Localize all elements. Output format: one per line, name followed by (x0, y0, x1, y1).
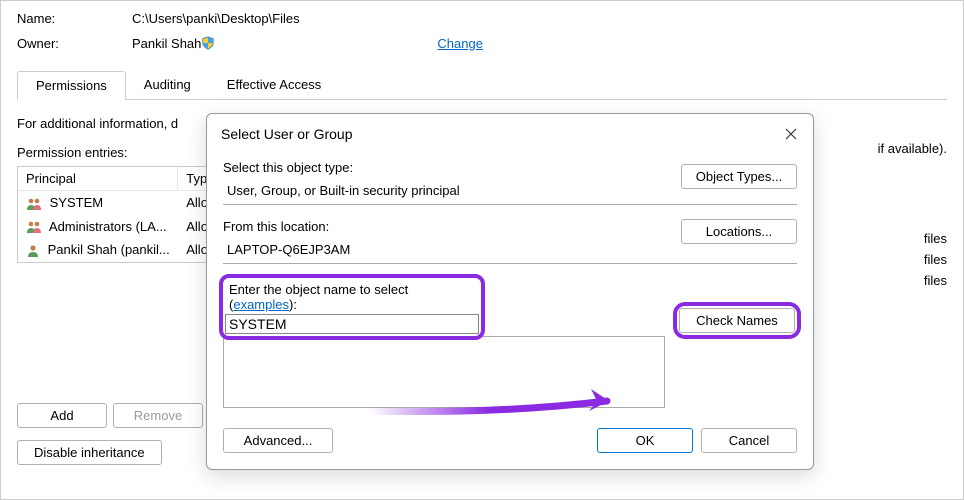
disable-inheritance-button[interactable]: Disable inheritance (17, 440, 162, 465)
shield-icon (201, 36, 215, 50)
enter-name-highlight: Enter the object name to select (example… (223, 278, 481, 336)
tab-auditing[interactable]: Auditing (126, 71, 209, 99)
table-row[interactable]: Administrators (LA... Allo (18, 215, 236, 239)
cancel-button[interactable]: Cancel (701, 428, 797, 453)
overflow-item: files (924, 252, 947, 267)
object-textarea[interactable] (223, 336, 665, 408)
add-button[interactable]: Add (17, 403, 107, 428)
table-row[interactable]: Pankil Shah (pankil... Allo (18, 238, 236, 262)
examples-link[interactable]: examples (233, 297, 289, 312)
close-icon[interactable] (779, 122, 803, 146)
people-icon (26, 220, 42, 234)
enter-label-suffix: ): (289, 297, 297, 312)
info-tail: if available). (878, 141, 947, 156)
overflow-text: files files files (924, 231, 947, 294)
principal-name: SYSTEM (50, 195, 103, 210)
overflow-item: files (924, 231, 947, 246)
dialog-title: Select User or Group (221, 126, 353, 142)
col-principal[interactable]: Principal (18, 167, 178, 190)
locations-button[interactable]: Locations... (681, 219, 797, 244)
person-icon (26, 244, 40, 258)
change-owner-link[interactable]: Change (437, 36, 483, 51)
principal-name: Administrators (LA... (49, 219, 167, 234)
select-user-group-dialog: Select User or Group Object Types... Sel… (206, 113, 814, 470)
overflow-item: files (924, 273, 947, 288)
name-value: C:\Users\panki\Desktop\Files (132, 11, 300, 26)
principal-name: Pankil Shah (pankil... (48, 242, 170, 257)
name-label: Name: (17, 11, 132, 26)
owner-value: Pankil Shah (132, 36, 201, 51)
tabs: Permissions Auditing Effective Access (17, 71, 947, 100)
object-types-button[interactable]: Object Types... (681, 164, 797, 189)
object-name-input[interactable] (225, 314, 479, 334)
tab-permissions[interactable]: Permissions (17, 71, 126, 100)
permission-table: Principal Typ SYSTEM Allo Administrators… (17, 166, 237, 263)
advanced-button[interactable]: Advanced... (223, 428, 333, 453)
remove-button[interactable]: Remove (113, 403, 203, 428)
owner-label: Owner: (17, 36, 132, 51)
people-icon (26, 197, 42, 211)
enter-name-label: Enter the object name to select (example… (225, 280, 479, 314)
ok-button[interactable]: OK (597, 428, 693, 453)
check-names-highlight: Check Names (677, 306, 797, 335)
table-row[interactable]: SYSTEM Allo (18, 191, 236, 215)
check-names-button[interactable]: Check Names (679, 308, 795, 333)
tab-effective-access[interactable]: Effective Access (209, 71, 339, 99)
